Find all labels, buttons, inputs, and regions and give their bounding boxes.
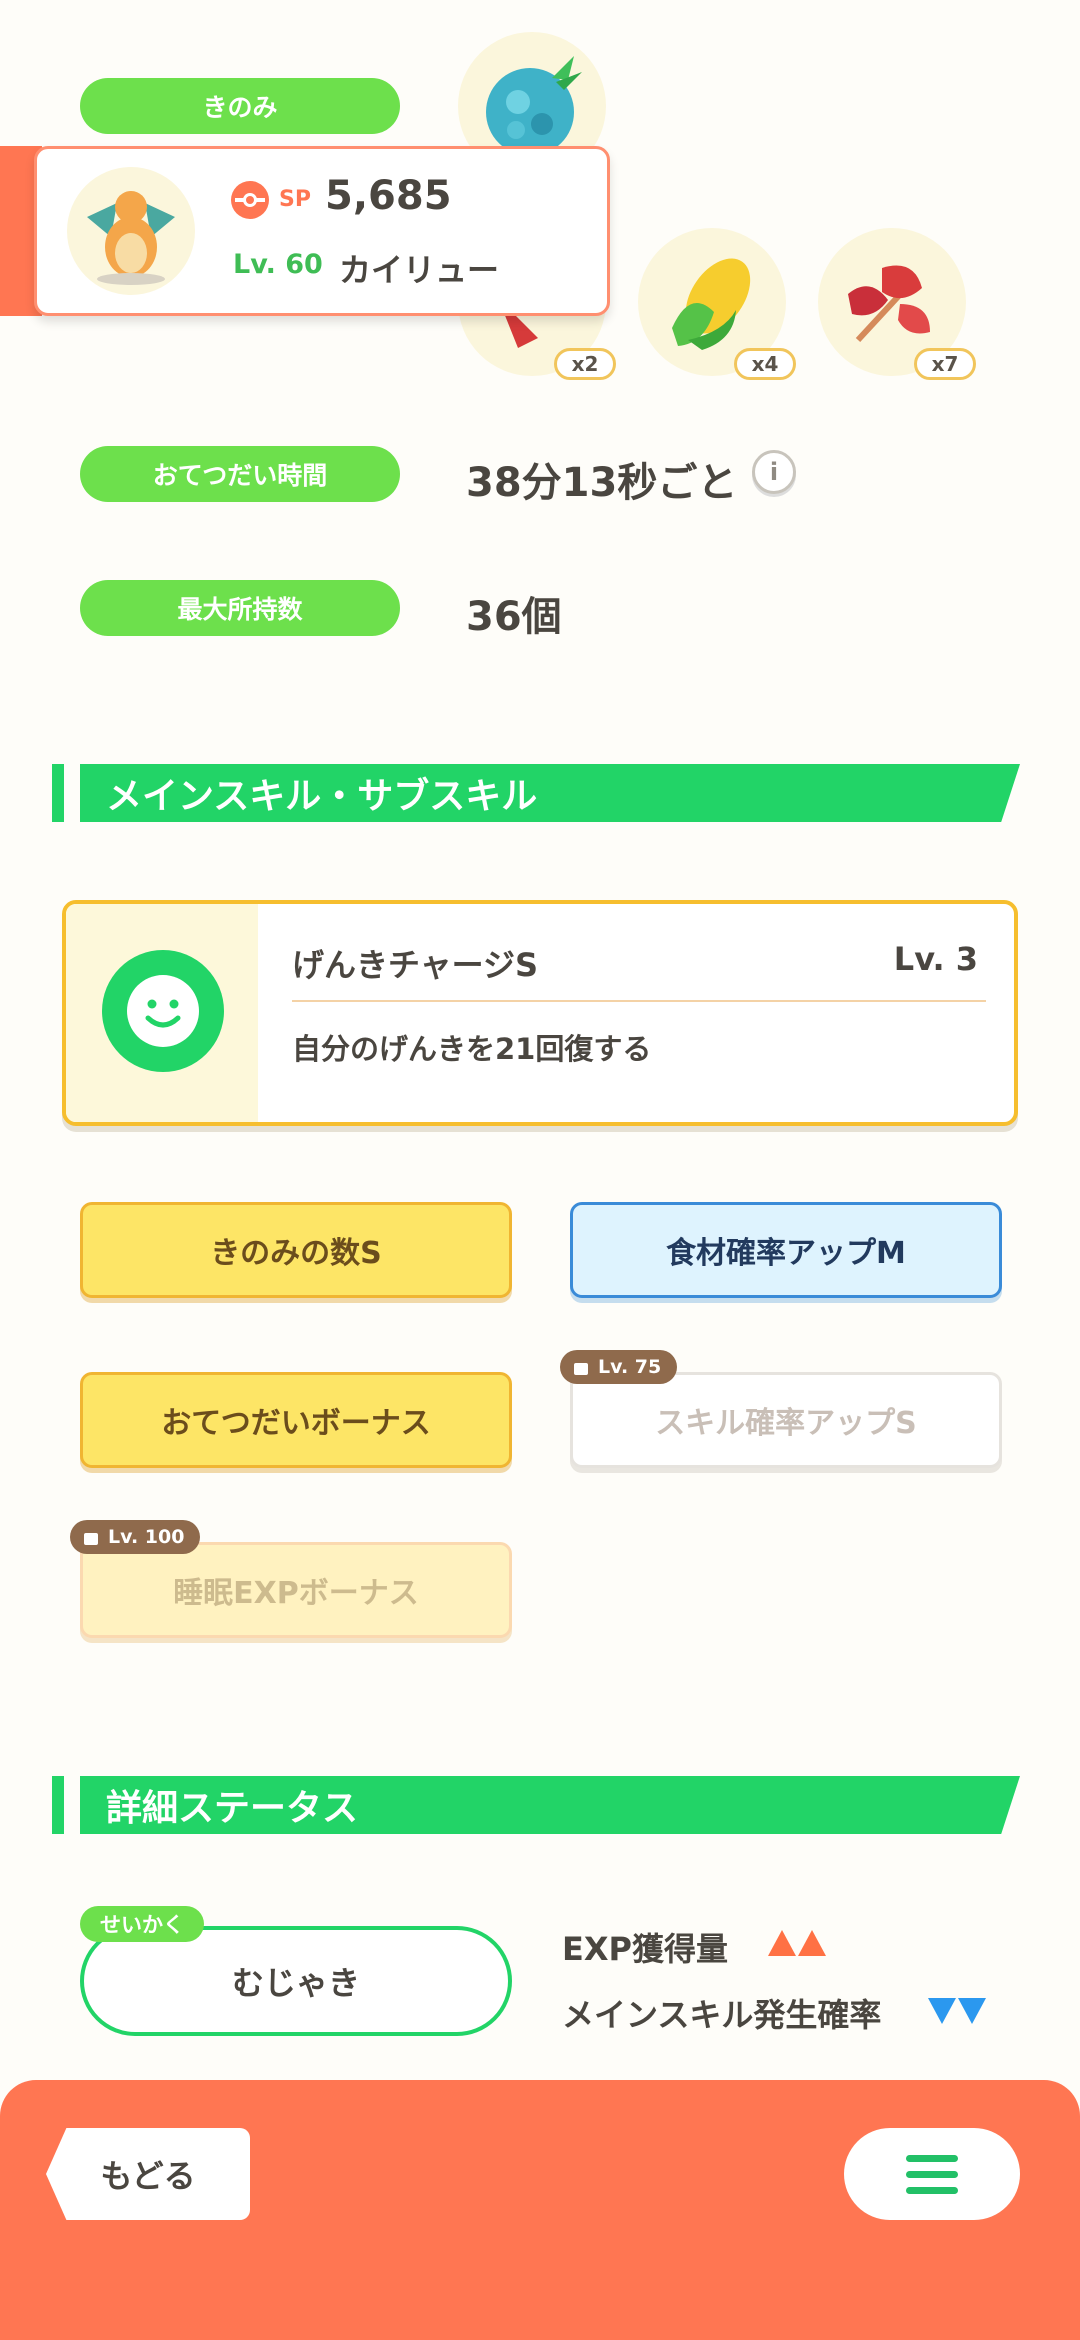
down-arrows-icon <box>928 1998 986 2024</box>
lock-level-100: Lv. 100 <box>108 1526 185 1548</box>
nature-down-effect: メインスキル発生確率 <box>562 1996 882 2034</box>
nature-tag: せいかく <box>80 1906 204 1942</box>
sub-skill-helping-bonus[interactable]: おてつだいボーナス <box>80 1372 512 1468</box>
sub-skill-skill-trigger[interactable]: スキル確率アップS <box>570 1372 1002 1468</box>
section-bar-status <box>52 1776 64 1834</box>
sub-skill-lock-tag-100: Lv. 100 <box>70 1520 201 1554</box>
lock-level-75: Lv. 75 <box>598 1356 662 1378</box>
main-skill-description: 自分のげんきを21回復する <box>292 1032 652 1066</box>
lock-icon <box>574 1363 588 1375</box>
nature-box[interactable]: むじゃき <box>80 1926 512 2036</box>
nature-up-effect: EXP獲得量 <box>562 1930 728 1968</box>
pokemon-level: Lv. 60 <box>233 249 323 280</box>
herb-count: x7 <box>914 348 976 380</box>
corn-count: x4 <box>734 348 796 380</box>
main-skill-divider <box>292 1000 986 1002</box>
main-skill-icon-area <box>66 904 258 1122</box>
max-carry-value: 36個 <box>466 594 562 640</box>
up-arrows-icon <box>768 1930 826 1956</box>
main-skill-name: げんきチャージS <box>292 946 539 984</box>
sp-value: 5,685 <box>325 173 452 219</box>
ingredient-1-count: x2 <box>554 348 616 380</box>
sp-label: SP <box>279 187 311 212</box>
berry-label: きのみ <box>80 78 400 134</box>
pokemon-name: カイリュー <box>339 251 500 289</box>
lock-icon <box>84 1533 98 1545</box>
smile-icon <box>102 950 224 1072</box>
sub-skill-lock-tag-75: Lv. 75 <box>560 1350 678 1384</box>
pokemon-avatar <box>67 167 195 295</box>
info-icon[interactable]: i <box>752 450 796 494</box>
main-skill-card[interactable]: げんきチャージS Lv. 3 自分のげんきを21回復する <box>62 900 1018 1126</box>
sub-skill-ingredient-finder[interactable]: 食材確率アップM <box>570 1202 1002 1298</box>
section-title-status: 詳細ステータス <box>80 1776 1020 1834</box>
pokemon-card[interactable]: SP 5,685 Lv. 60 カイリュー <box>34 146 610 316</box>
section-title-skills: メインスキル・サブスキル <box>80 764 1020 822</box>
sp-ball-icon <box>231 181 269 219</box>
sub-skill-sleep-exp[interactable]: 睡眠EXPボーナス <box>80 1542 512 1638</box>
help-time-value: 38分13秒ごと <box>466 460 738 506</box>
sub-skill-berry-count[interactable]: きのみの数S <box>80 1202 512 1298</box>
hamburger-menu-icon <box>906 2154 958 2194</box>
back-button[interactable]: もどる <box>46 2128 250 2220</box>
section-bar-skills <box>52 764 64 822</box>
help-time-label: おてつだい時間 <box>80 446 400 502</box>
nature-value: むじゃき <box>231 1964 360 2002</box>
max-carry-label: 最大所持数 <box>80 580 400 636</box>
menu-button[interactable] <box>844 2128 1020 2220</box>
main-skill-level: Lv. 3 <box>893 940 978 978</box>
